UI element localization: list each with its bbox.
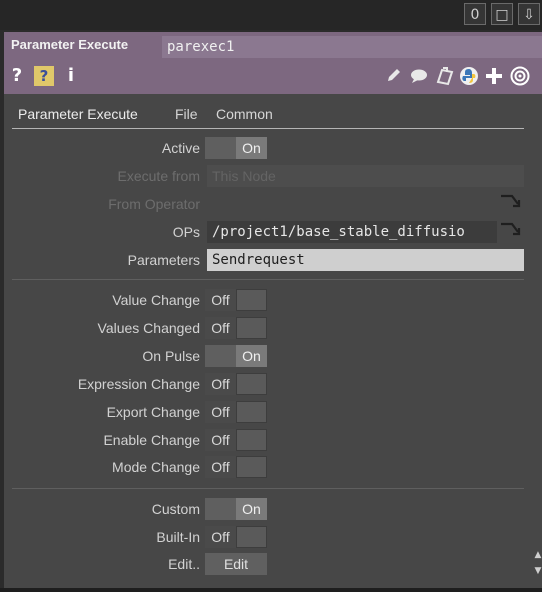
export-change-label: Export Change <box>106 404 200 420</box>
toggle-value: On <box>236 345 267 367</box>
custom-toggle[interactable]: On <box>205 498 267 520</box>
operator-type-label: Parameter Execute <box>11 37 129 52</box>
target-icon[interactable] <box>510 66 530 86</box>
mode-change-label: Mode Change <box>112 459 200 475</box>
panel-header: Parameter Execute parexec1 ? ? i <box>4 32 542 94</box>
parameter-tabs: Parameter Execute File Common <box>4 102 542 130</box>
values-changed-toggle[interactable]: Off <box>205 317 267 339</box>
clone-icon[interactable] <box>435 66 455 86</box>
edit-button[interactable]: Edit <box>205 553 267 575</box>
active-label: Active <box>161 140 200 156</box>
parameters-label: Parameters <box>127 252 200 268</box>
mode-change-toggle[interactable]: Off <box>205 456 267 478</box>
toggle-value: On <box>236 137 267 159</box>
toggle-track <box>236 373 267 395</box>
built-in-toggle[interactable]: Off <box>205 526 267 548</box>
help-icon[interactable]: ? <box>10 65 24 87</box>
built-in-label: Built-In <box>156 529 200 545</box>
section-divider <box>12 488 524 489</box>
enable-change-label: Enable Change <box>103 432 200 448</box>
on-pulse-toggle[interactable]: On <box>205 345 267 367</box>
parameters-field[interactable]: Sendrequest <box>207 249 524 271</box>
python-icon[interactable] <box>459 66 479 86</box>
tab-file[interactable]: File <box>175 102 198 126</box>
toggle-value: On <box>236 498 267 520</box>
collapse-button[interactable]: ⇩ <box>518 3 540 25</box>
scroll-down-arrow[interactable]: ▼ <box>533 566 542 576</box>
toggle-track <box>236 401 267 423</box>
on-pulse-label: On Pulse <box>142 348 200 364</box>
comment-icon[interactable] <box>409 66 429 86</box>
execute-from-menu[interactable]: This Node <box>207 165 524 187</box>
scroll-up-arrow[interactable]: ▲ <box>533 550 542 560</box>
toggle-value: Off <box>205 456 236 478</box>
pencil-icon[interactable] <box>384 66 404 86</box>
expression-change-label: Expression Change <box>77 376 200 392</box>
toggle-value: Off <box>205 373 236 395</box>
toggle-value: Off <box>205 526 236 548</box>
custom-label: Custom <box>151 501 200 517</box>
python-help-icon[interactable]: ? <box>34 66 54 86</box>
values-changed-label: Values Changed <box>97 320 200 336</box>
enable-change-toggle[interactable]: Off <box>205 429 267 451</box>
section-divider <box>12 279 524 280</box>
drag-drop-icon[interactable] <box>498 192 522 214</box>
ops-field[interactable]: /project1/base_stable_diffusio <box>207 221 497 243</box>
operator-name-field[interactable]: parexec1 <box>162 36 542 58</box>
add-icon[interactable] <box>484 66 504 86</box>
bottom-edge <box>0 588 542 592</box>
window-topbar: 0 □ ⇩ <box>0 0 542 30</box>
active-toggle[interactable]: On <box>205 137 267 159</box>
edit-label: Edit.. <box>168 556 200 572</box>
info-icon[interactable]: i <box>66 65 76 87</box>
toggle-value: Off <box>205 429 236 451</box>
export-change-toggle[interactable]: Off <box>205 401 267 423</box>
toggle-value: Off <box>205 289 236 311</box>
toggle-track <box>205 498 236 520</box>
parameter-panel: Parameter Execute parexec1 ? ? i Paramet… <box>4 32 542 588</box>
tab-parameter-execute[interactable]: Parameter Execute <box>18 102 138 126</box>
toggle-track <box>236 289 267 311</box>
ops-label: OPs <box>172 224 200 240</box>
toggle-track <box>205 345 236 367</box>
toggle-value: Off <box>205 401 236 423</box>
from-operator-label: From Operator <box>108 196 200 212</box>
value-change-toggle[interactable]: Off <box>205 289 267 311</box>
viewer-index-button[interactable]: 0 <box>464 3 486 25</box>
toggle-value: Off <box>205 317 236 339</box>
value-change-label: Value Change <box>112 292 200 308</box>
tab-underline <box>12 128 524 129</box>
tab-common[interactable]: Common <box>216 102 273 126</box>
drag-drop-icon[interactable] <box>498 220 522 242</box>
toggle-track <box>205 137 236 159</box>
expression-change-toggle[interactable]: Off <box>205 373 267 395</box>
toggle-track <box>236 317 267 339</box>
maximize-button[interactable]: □ <box>491 3 513 25</box>
toggle-track <box>236 429 267 451</box>
toggle-track <box>236 456 267 478</box>
execute-from-label: Execute from <box>117 168 200 184</box>
toggle-track <box>236 526 267 548</box>
